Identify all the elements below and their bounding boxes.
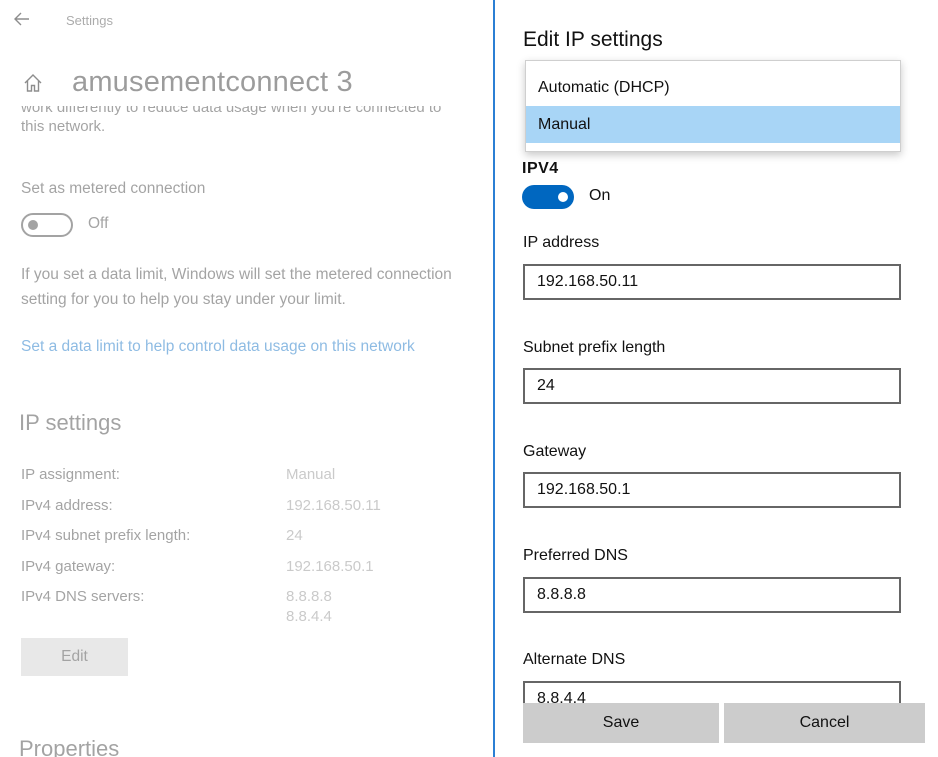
metered-label: Set as metered connection: [21, 180, 206, 197]
ip-row-key: IPv4 subnet prefix length:: [21, 527, 191, 544]
page-title: amusementconnect 3: [72, 66, 353, 98]
dialog-title: Edit IP settings: [523, 28, 663, 51]
edit-button[interactable]: Edit: [21, 638, 128, 676]
ip-address-label: IP address: [523, 234, 600, 251]
back-button[interactable]: [10, 7, 34, 31]
ip-row: IP assignment: Manual: [21, 462, 381, 493]
ipv4-heading: IPV4: [522, 160, 559, 177]
metered-description-line2: this network.: [21, 118, 106, 135]
ip-row: IPv4 address: 192.168.50.11: [21, 493, 381, 524]
back-arrow-icon: [14, 12, 29, 26]
ip-row-value: 8.8.8.8 8.8.4.4: [286, 584, 332, 625]
properties-heading: Properties: [19, 736, 120, 757]
title-bar: Settings: [0, 0, 494, 40]
alternate-dns-input[interactable]: 8.8.4.4: [523, 681, 901, 705]
subnet-prefix-label: Subnet prefix length: [523, 339, 666, 356]
toggle-knob: [28, 220, 38, 230]
ip-assignment-dropdown[interactable]: Automatic (DHCP) Manual: [525, 60, 901, 152]
ip-row-key: IPv4 gateway:: [21, 557, 116, 575]
ip-row-key: IPv4 address:: [21, 496, 113, 514]
cancel-button[interactable]: Cancel: [724, 703, 925, 743]
dns-server-1: 8.8.8.8: [286, 588, 332, 605]
data-limit-text: If you set a data limit, Windows will se…: [21, 262, 494, 312]
alternate-dns-label: Alternate DNS: [523, 651, 626, 668]
ip-settings-heading: IP settings: [19, 410, 122, 435]
preferred-dns-input[interactable]: 8.8.8.8: [523, 577, 901, 613]
ip-row-value: 24: [286, 527, 303, 544]
settings-page: Settings amusementconnect 3 work differe…: [0, 0, 494, 757]
ip-row: IPv4 gateway: 192.168.50.1: [21, 554, 381, 585]
metered-toggle-state: Off: [88, 215, 109, 232]
dropdown-option-manual[interactable]: Manual: [526, 106, 900, 143]
page-heading: amusementconnect 3: [20, 66, 353, 99]
dropdown-option-automatic[interactable]: Automatic (DHCP): [526, 69, 900, 106]
ip-row-value: 192.168.50.1: [286, 557, 374, 575]
ip-row-value: Manual: [286, 466, 336, 483]
home-icon[interactable]: [20, 70, 46, 96]
ip-row: IPv4 DNS servers: 8.8.8.8 8.8.4.4: [21, 584, 381, 625]
gateway-input[interactable]: 192.168.50.1: [523, 472, 901, 508]
dns-server-2: 8.8.4.4: [286, 608, 332, 625]
ip-row-key: IP assignment:: [21, 466, 120, 483]
ip-address-input[interactable]: 192.168.50.11: [523, 264, 901, 300]
ip-row-key: IPv4 DNS servers:: [21, 588, 145, 605]
dialog-buttons: Save Cancel: [495, 703, 938, 743]
data-limit-link[interactable]: Set a data limit to help control data us…: [21, 338, 415, 356]
preferred-dns-label: Preferred DNS: [523, 547, 628, 564]
metered-description: work differently to reduce data usage wh…: [21, 106, 494, 138]
metered-toggle[interactable]: [21, 213, 73, 237]
subnet-prefix-input[interactable]: 24: [523, 368, 901, 404]
ip-settings-table: IP assignment: Manual IPv4 address: 192.…: [21, 462, 381, 625]
ipv4-toggle[interactable]: [522, 185, 574, 209]
toggle-knob: [558, 192, 568, 202]
data-limit-text-line1: If you set a data limit, Windows will se…: [21, 266, 452, 283]
app-title: Settings: [66, 13, 113, 28]
save-button[interactable]: Save: [523, 703, 719, 743]
ipv4-toggle-state: On: [589, 187, 611, 204]
metered-description-line1: work differently to reduce data usage wh…: [21, 106, 442, 116]
data-limit-text-line2: setting for you to help you stay under y…: [21, 291, 346, 308]
gateway-label: Gateway: [523, 443, 587, 460]
ip-row: IPv4 subnet prefix length: 24: [21, 523, 381, 554]
ip-row-value: 192.168.50.11: [286, 496, 381, 514]
